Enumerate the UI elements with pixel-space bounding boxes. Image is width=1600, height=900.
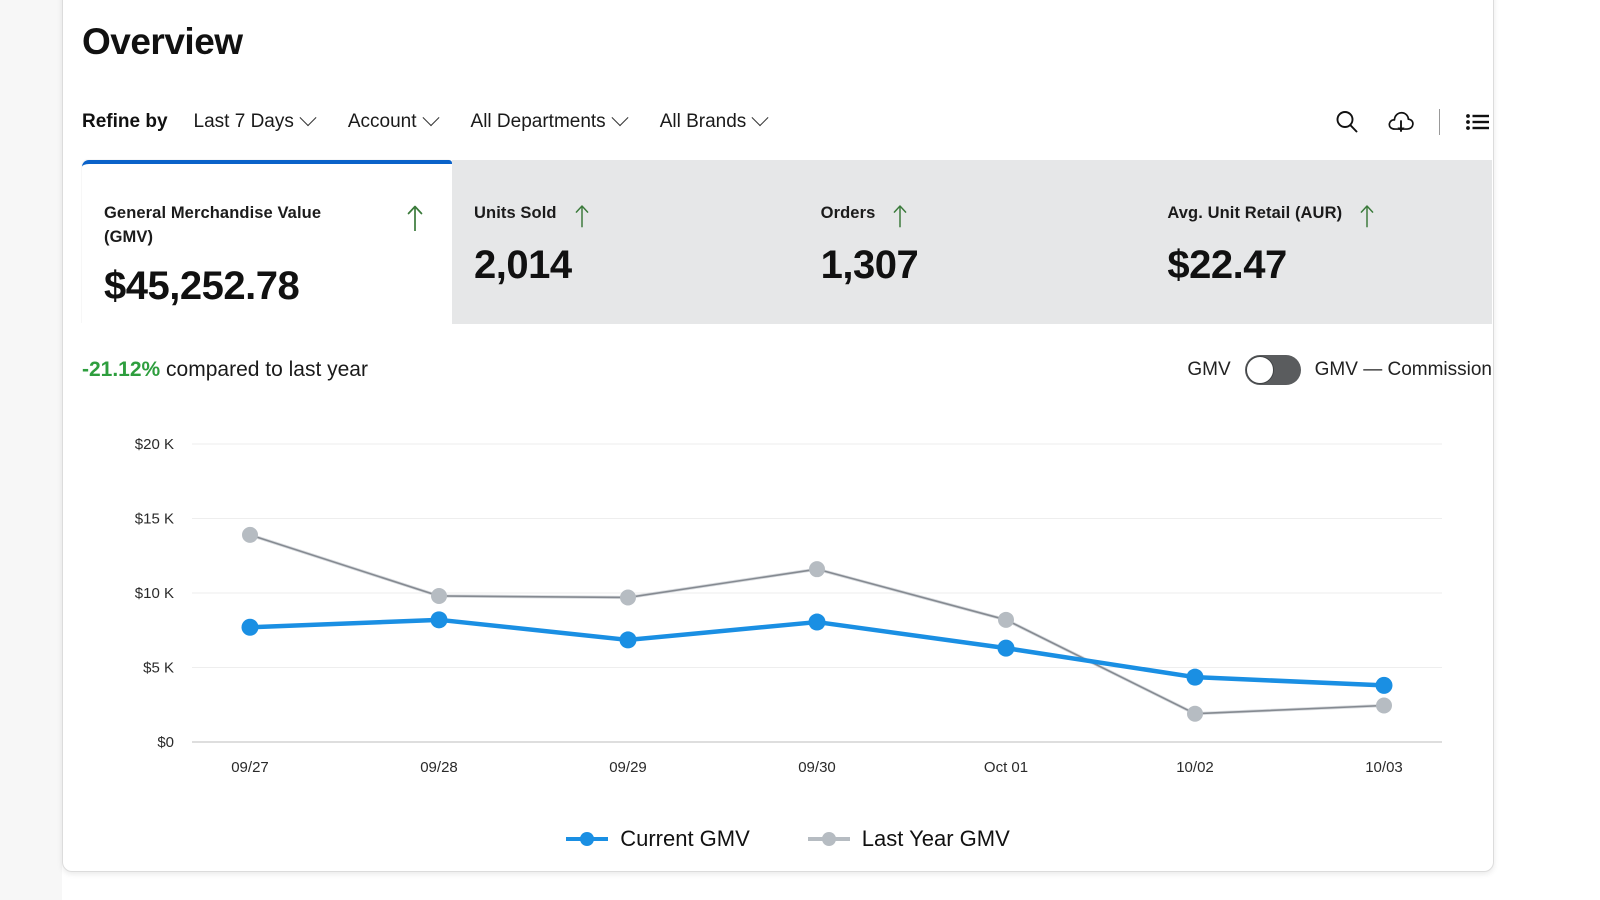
- gmv-trend-chart: $0 $5 K $10 K $15 K $20 K 09/27 09/28 09/29 09/3…: [82, 408, 1492, 860]
- toggle-knob: [1245, 356, 1274, 384]
- gmv-commission-toggle[interactable]: [1244, 355, 1301, 385]
- list-view-button[interactable]: [1462, 106, 1494, 138]
- filter-account[interactable]: Account: [347, 109, 440, 133]
- filter-departments[interactable]: All Departments: [470, 109, 629, 133]
- page-left-rail: [0, 0, 63, 900]
- download-button[interactable]: [1385, 106, 1417, 138]
- data-point[interactable]: [431, 587, 447, 604]
- toggle-label-gmv-commission: GMV — Commission: [1314, 359, 1492, 380]
- data-point[interactable]: [1375, 676, 1393, 694]
- page-title: Overview: [82, 21, 243, 62]
- kpi-card-gmv[interactable]: General Merchandise Value (GMV) $45,252.…: [82, 160, 452, 324]
- filter-departments-label: All Departments: [470, 111, 606, 132]
- toggle-label-gmv: GMV: [1187, 359, 1231, 380]
- kpi-value: 1,307: [820, 243, 919, 287]
- cloud-download-icon: [1388, 111, 1414, 132]
- data-point[interactable]: [430, 611, 448, 629]
- refine-bar: Refine by Last 7 Days Account All Depart…: [82, 100, 1492, 144]
- legend-item-last-year-gmv[interactable]: Last Year GMV: [806, 826, 1010, 852]
- kpi-header: General Merchandise Value (GMV): [104, 202, 452, 250]
- kpi-header: Orders: [821, 202, 1146, 229]
- x-axis-tick-label: 10/03: [1365, 759, 1403, 776]
- data-point[interactable]: [1376, 697, 1392, 714]
- kpi-header: Units Sold: [474, 202, 799, 229]
- search-icon: [1336, 111, 1358, 133]
- legend-label: Last Year GMV: [861, 826, 1010, 851]
- chart-canvas: $0 $5 K $10 K $15 K $20 K 09/27 09/28 09/29 09/3…: [135, 436, 1442, 776]
- legend-marker-icon: [566, 832, 609, 846]
- metric-toggle-group: GMV GMV — Commission: [1187, 348, 1492, 392]
- data-point[interactable]: [242, 526, 258, 543]
- data-point[interactable]: [998, 611, 1014, 628]
- chart-legend: Current GMV Last Year GMV: [82, 826, 1492, 852]
- data-point[interactable]: [809, 561, 825, 578]
- x-axis-tick-label: Oct 01: [984, 759, 1028, 776]
- kpi-strip: General Merchandise Value (GMV) $45,252.…: [82, 160, 1493, 324]
- kpi-title: Avg. Unit Retail (AUR): [1167, 204, 1343, 222]
- y-axis-tick-label: $20 K: [135, 436, 174, 453]
- search-button[interactable]: [1331, 106, 1363, 138]
- data-point[interactable]: [619, 631, 637, 649]
- kpi-card-orders[interactable]: Orders 1,307: [798, 160, 1146, 324]
- page-right-gutter: [1512, 0, 1600, 900]
- trend-up-icon: [407, 205, 423, 231]
- filter-brands-label: All Brands: [659, 111, 747, 132]
- kpi-value: $22.47: [1167, 243, 1287, 287]
- header-divider: [1439, 109, 1440, 135]
- x-axis-tick-label: 09/28: [420, 759, 458, 776]
- kpi-card-aur[interactable]: Avg. Unit Retail (AUR) $22.47: [1145, 160, 1493, 324]
- kpi-title: General Merchandise Value (GMV): [104, 204, 322, 246]
- x-axis-tick-label: 10/02: [1176, 759, 1214, 776]
- chevron-down-icon: [299, 109, 317, 127]
- kpi-value: 2,014: [474, 243, 572, 287]
- legend-item-current-gmv[interactable]: Current GMV: [564, 826, 750, 852]
- filter-account-label: Account: [347, 111, 417, 132]
- trend-up-icon: [575, 205, 588, 228]
- data-point[interactable]: [620, 589, 636, 606]
- chevron-down-icon: [422, 109, 440, 127]
- y-axis-tick-label: $5 K: [143, 660, 174, 677]
- list-view-icon: [1466, 114, 1489, 130]
- kpi-value: $45,252.78: [104, 263, 300, 308]
- chevron-down-icon: [611, 109, 629, 127]
- kpi-header: Avg. Unit Retail (AUR): [1167, 202, 1492, 229]
- filter-date-range[interactable]: Last 7 Days: [193, 109, 317, 133]
- data-point[interactable]: [808, 613, 826, 631]
- header-actions: [1331, 100, 1494, 144]
- comparison-delta: -21.12%: [82, 358, 161, 381]
- data-point[interactable]: [997, 639, 1015, 657]
- y-axis-tick-label: $0: [157, 734, 174, 751]
- x-axis-tick-label: 09/29: [609, 759, 647, 776]
- refine-by-label: Refine by: [82, 111, 168, 132]
- comparison-text: -21.12% compared to last year: [82, 358, 368, 382]
- y-axis-tick-label: $10 K: [135, 585, 174, 602]
- y-axis-tick-label: $15 K: [135, 511, 174, 528]
- kpi-card-units-sold[interactable]: Units Sold 2,014: [452, 160, 799, 324]
- filter-date-range-label: Last 7 Days: [193, 111, 294, 132]
- kpi-title: Orders: [820, 204, 876, 222]
- filter-brands[interactable]: All Brands: [659, 109, 769, 133]
- x-axis-tick-label: 09/27: [231, 759, 269, 776]
- overview-panel: Overview Refine by Last 7 Days Account A…: [62, 0, 1512, 900]
- kpi-title: Units Sold: [474, 204, 557, 222]
- data-point[interactable]: [241, 618, 259, 636]
- data-point[interactable]: [1186, 668, 1204, 686]
- chevron-down-icon: [751, 109, 769, 127]
- comparison-suffix: compared to last year: [160, 358, 368, 381]
- data-point[interactable]: [1187, 705, 1203, 722]
- trend-up-icon: [1360, 205, 1374, 228]
- app-root: Overview Refine by Last 7 Days Account A…: [0, 0, 1600, 900]
- x-axis-tick-label: 09/30: [798, 759, 836, 776]
- legend-marker-icon: [807, 832, 850, 846]
- trend-up-icon: [894, 205, 907, 228]
- legend-label: Current GMV: [620, 826, 750, 851]
